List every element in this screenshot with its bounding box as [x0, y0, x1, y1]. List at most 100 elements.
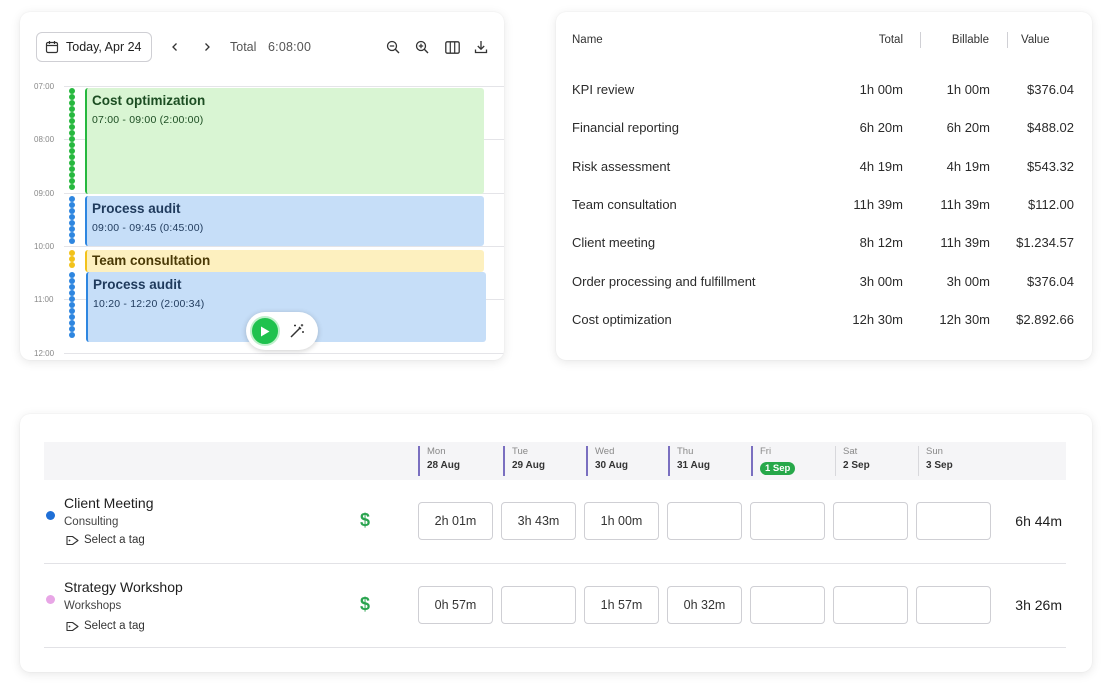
previous-day-button[interactable] [166, 38, 184, 56]
day-column-header: Sun 3 Sep [918, 446, 953, 476]
timesheet-row: Strategy Workshop Workshops Select a tag… [44, 564, 1066, 648]
project-name[interactable]: Client Meeting [64, 495, 154, 511]
time-cell[interactable] [916, 502, 991, 540]
event-strip [69, 250, 75, 268]
event-block[interactable]: Cost optimization 07:00 - 09:00 (2:00:00… [85, 88, 484, 194]
row-value: $376.04 [1027, 274, 1074, 289]
zoom-in-button[interactable] [413, 38, 431, 56]
row-value: $488.02 [1027, 120, 1074, 135]
columns-view-button[interactable] [443, 38, 461, 56]
time-cell[interactable]: 0h 57m [418, 586, 493, 624]
chevron-right-icon [205, 43, 210, 51]
table-row[interactable]: Financial reporting 6h 20m 6h 20m $488.0… [556, 120, 1092, 140]
tag-icon [66, 621, 79, 631]
hour-gridline [64, 86, 504, 87]
day-date: 2 Sep [843, 460, 870, 471]
row-value: $376.04 [1027, 82, 1074, 97]
day-name: Wed [595, 446, 615, 457]
day-column-header: Mon 28 Aug [418, 446, 460, 476]
row-billable: 1h 00m [946, 82, 990, 97]
select-tag-button[interactable]: Select a tag [66, 620, 145, 632]
hour-label: 08:00 [34, 135, 55, 144]
hour-label: 09:00 [34, 189, 55, 198]
billable-icon[interactable]: $ [360, 594, 370, 615]
table-row[interactable]: Order processing and fulfillment 3h 00m … [556, 274, 1092, 294]
row-name: Team consultation [572, 197, 677, 212]
event-block[interactable]: Team consultation [85, 250, 484, 272]
row-name: Order processing and fulfillment [572, 274, 756, 289]
calendar-toolbar: Today, Apr 24 Total 6:08:00 [20, 12, 504, 80]
day-name: Mon [427, 446, 446, 457]
column-separator [920, 32, 921, 48]
time-cell[interactable]: 3h 43m [501, 502, 576, 540]
row-total: 3h 00m [859, 274, 903, 289]
hour-label: 07:00 [34, 82, 55, 91]
project-name[interactable]: Strategy Workshop [64, 579, 183, 595]
table-row[interactable]: KPI review 1h 00m 1h 00m $376.04 [556, 82, 1092, 102]
time-cell[interactable]: 1h 00m [584, 502, 659, 540]
row-total: 11h 39m [853, 197, 903, 212]
play-icon [261, 326, 270, 336]
strip-dot [69, 262, 75, 268]
time-cell[interactable] [833, 586, 908, 624]
row-billable: 12h 30m [939, 312, 990, 327]
row-total: 3h 26m [1015, 597, 1062, 613]
date-label: Today, Apr 24 [66, 40, 142, 54]
today-badge: 1 Sep [760, 462, 796, 475]
table-row[interactable]: Cost optimization 12h 30m 12h 30m $2.892… [556, 312, 1092, 332]
column-header-billable[interactable]: Billable [952, 34, 989, 46]
time-cell[interactable] [833, 502, 908, 540]
table-row[interactable]: Risk assessment 4h 19m 4h 19m $543.32 [556, 159, 1092, 179]
row-value: $1.234.57 [1016, 235, 1074, 250]
time-cell[interactable]: 1h 57m [584, 586, 659, 624]
time-cell[interactable] [750, 586, 825, 624]
strip-dot [69, 184, 75, 190]
table-row[interactable]: Client meeting 8h 12m 11h 39m $1.234.57 [556, 235, 1092, 255]
column-header-total[interactable]: Total [879, 34, 903, 46]
row-value: $2.892.66 [1016, 312, 1074, 327]
date-picker-button[interactable]: Today, Apr 24 [36, 32, 152, 62]
time-cell[interactable] [667, 502, 742, 540]
event-title: Process audit [93, 277, 182, 292]
column-header-name[interactable]: Name [572, 34, 603, 46]
zoom-out-button[interactable] [384, 38, 402, 56]
billable-icon[interactable]: $ [360, 510, 370, 531]
project-color-dot [46, 511, 55, 520]
download-button[interactable] [472, 38, 490, 56]
client-name: Consulting [64, 516, 119, 528]
column-header-value[interactable]: Value [1021, 34, 1050, 46]
time-cell[interactable] [501, 586, 576, 624]
day-name: Sat [843, 446, 858, 457]
hour-label: 11:00 [34, 295, 54, 304]
event-block[interactable]: Process audit 09:00 - 09:45 (0:45:00) [85, 196, 484, 246]
day-date: 30 Aug [595, 460, 628, 471]
time-cell[interactable] [750, 502, 825, 540]
row-value: $543.32 [1027, 159, 1074, 174]
row-total: 1h 00m [859, 82, 903, 97]
day-name: Thu [677, 446, 694, 457]
time-cell[interactable]: 0h 32m [667, 586, 742, 624]
zoom-in-icon [415, 40, 429, 54]
timer-controls [246, 312, 318, 350]
magic-wand-button[interactable] [286, 320, 308, 342]
time-cell[interactable] [916, 586, 991, 624]
select-tag-button[interactable]: Select a tag [66, 534, 145, 546]
table-row[interactable]: Team consultation 11h 39m 11h 39m $112.0… [556, 197, 1092, 217]
tag-label: Select a tag [84, 534, 145, 546]
event-strip [69, 272, 75, 342]
day-name: Sun [926, 446, 943, 457]
strip-dot [69, 332, 75, 338]
day-name: Tue [512, 446, 529, 457]
client-name: Workshops [64, 600, 122, 612]
chevron-left-icon [172, 43, 177, 51]
total-label: Total [230, 40, 257, 54]
start-timer-button[interactable] [250, 316, 280, 346]
next-day-button[interactable] [198, 38, 216, 56]
row-name: Cost optimization [572, 312, 672, 327]
day-date: 28 Aug [427, 460, 460, 471]
row-value: $112.00 [1027, 197, 1074, 212]
strip-dot [69, 238, 75, 244]
time-cell[interactable]: 2h 01m [418, 502, 493, 540]
week-header: Mon 28 Aug Tue 29 Aug Wed 30 Aug Thu 31 … [44, 442, 1066, 480]
row-name: Risk assessment [572, 159, 671, 174]
